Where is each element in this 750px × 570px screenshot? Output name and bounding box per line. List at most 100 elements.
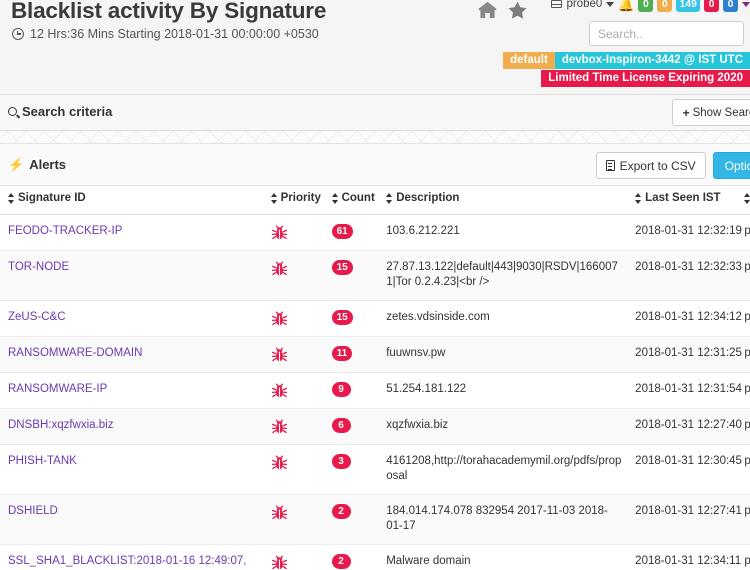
signature-id-link[interactable]: FEODO-TRACKER-IP: [8, 225, 122, 237]
sort-icon: [635, 192, 642, 204]
signature-id-link[interactable]: RANSOMWARE-DOMAIN: [8, 347, 142, 359]
chevron-down-icon[interactable]: [742, 1, 750, 7]
status-badge[interactable]: 149: [676, 0, 700, 12]
alerts-section-title: ⚡ Alerts: [8, 157, 66, 172]
cell-signature-id: SSL_SHA1_BLACKLIST:2018-01-16 12:49:07, …: [0, 544, 263, 570]
page-subtitle: 12 Hrs:36 Mins Starting 2018-01-31 00:00…: [12, 27, 319, 41]
cell-count: 9: [323, 372, 379, 409]
cell-description: 51.254.181.122: [378, 372, 628, 409]
probe-selector[interactable]: probe0: [551, 0, 615, 10]
table-header-row: Signature ID Priority Count Description …: [0, 186, 750, 215]
search-criteria-bar: Search criteria + Show Search: [0, 95, 750, 131]
column-label: Last Seen IST: [645, 192, 721, 204]
options-button[interactable]: Options: [712, 152, 750, 179]
column-label: Count: [341, 192, 375, 204]
column-header-probe[interactable]: Probe: [736, 186, 750, 215]
cell-signature-id: DNSBH:xqzfwxia.biz: [0, 408, 263, 445]
table-body: FEODO-TRACKER-IP 61 103.6.212.221 2018-01-3…: [0, 214, 750, 570]
column-header-count[interactable]: Count: [323, 186, 379, 215]
cell-priority: [262, 408, 324, 445]
cell-last-seen: 2018-01-31 12:32:33: [627, 250, 742, 301]
bug-icon: [271, 454, 320, 471]
cell-count: 2: [323, 544, 379, 570]
count-badge: 2: [331, 504, 351, 520]
bug-icon: [271, 310, 320, 327]
options-label: Options: [724, 158, 750, 173]
table-row: PHISH-TANK 3 4161208,http://torahacademymi…: [0, 444, 750, 495]
signature-id-link[interactable]: PHISH-TANK: [8, 455, 77, 467]
cell-description: 184.014.174.078 832954 2017-11-03 2018-0…: [378, 494, 628, 545]
signature-id-link[interactable]: RANSOMWARE-IP: [8, 383, 107, 395]
table-row: SSL_SHA1_BLACKLIST:2018-01-16 12:49:07, …: [0, 544, 750, 570]
cell-signature-id: PHISH-TANK: [0, 444, 263, 495]
cell-count: 15: [323, 250, 379, 301]
cell-count: 11: [323, 336, 379, 373]
clock-icon: [12, 28, 24, 40]
page-title: Blacklist activity By Signature: [11, 0, 327, 23]
status-badge[interactable]: 0: [704, 0, 719, 12]
cell-signature-id: RANSOMWARE-IP: [0, 372, 263, 409]
table-row: DSHIELD 2 184.014.174.078 832954 2017-11-0…: [0, 494, 750, 545]
section-divider: [0, 131, 750, 144]
cell-priority: [262, 544, 324, 570]
count-badge: 61: [331, 224, 353, 239]
server-icon: [551, 0, 563, 8]
bug-icon: [271, 382, 320, 399]
cell-last-seen: 2018-01-31 12:31:54: [627, 372, 742, 409]
cell-priority: [262, 214, 324, 251]
show-search-button[interactable]: + Show Search: [671, 99, 750, 126]
env-host-tag: devbox-Inspiron-3442 @ IST UTC: [554, 52, 750, 69]
column-header-description[interactable]: Description: [378, 186, 628, 215]
alerts-title-text: Alerts: [29, 157, 67, 172]
sort-icon: [386, 192, 393, 204]
cell-last-seen: 2018-01-31 12:30:45: [627, 444, 742, 495]
search-icon: [6, 105, 19, 118]
count-badge: 15: [331, 260, 353, 275]
bug-icon: [271, 224, 320, 241]
status-badge[interactable]: 0: [657, 0, 673, 12]
table-row: TOR-NODE 15 27.87.13.122|default|443|9030|…: [0, 250, 750, 301]
cell-probe: probe0: [736, 494, 750, 545]
file-csv-icon: [605, 160, 615, 171]
signature-id-link[interactable]: SSL_SHA1_BLACKLIST:2018-01-16 12:49:07, …: [8, 555, 257, 570]
plus-icon: +: [682, 105, 690, 120]
bell-icon[interactable]: 🔔: [618, 0, 634, 11]
count-badge: 3: [331, 454, 351, 470]
cell-priority: [262, 444, 324, 495]
cell-last-seen: 2018-01-31 12:32:19: [627, 214, 742, 251]
status-badge[interactable]: 0: [723, 0, 738, 12]
cell-last-seen: 2018-01-31 12:31:25: [627, 336, 742, 373]
star-icon[interactable]: [508, 1, 527, 19]
search-input[interactable]: [589, 21, 744, 46]
signature-id-link[interactable]: DNSBH:xqzfwxia.biz: [8, 419, 113, 431]
export-to-csv-button[interactable]: Export to CSV: [595, 152, 706, 179]
chevron-down-icon: [606, 1, 615, 7]
alerts-toolbar: ⚡ Alerts Export to CSV Options: [0, 144, 750, 186]
bug-icon: [271, 260, 320, 277]
bolt-icon: ⚡: [8, 157, 25, 172]
cell-description: fuuwnsv.pw: [378, 336, 628, 373]
bug-icon: [271, 418, 320, 435]
cell-count: 15: [323, 300, 379, 337]
time-range-text: 12 Hrs:36 Mins Starting 2018-01-31 00:00…: [30, 27, 319, 41]
table-row: FEODO-TRACKER-IP 61 103.6.212.221 2018-01-3…: [0, 214, 750, 251]
cell-priority: [262, 336, 324, 373]
column-header-priority[interactable]: Priority: [262, 186, 324, 215]
sort-icon: [270, 192, 278, 204]
table-row: ZeUS-C&C 15 zetes.vdsinside.com 2018-01-31 …: [0, 300, 750, 337]
cell-count: 6: [323, 408, 379, 445]
column-header-last-seen[interactable]: Last Seen IST: [627, 186, 737, 215]
cell-description: xqzfwxia.biz: [378, 408, 628, 445]
status-badge[interactable]: 0: [638, 0, 654, 12]
sort-icon: [331, 192, 339, 204]
column-label: Priority: [280, 192, 321, 204]
export-to-csv-label: Export to CSV: [619, 158, 696, 173]
home-icon[interactable]: [478, 1, 497, 19]
signature-id-link[interactable]: TOR-NODE: [8, 261, 69, 273]
signature-id-link[interactable]: ZeUS-C&C: [8, 311, 66, 323]
count-badge: 6: [331, 418, 351, 434]
header-icon-group: [478, 1, 527, 19]
count-badge: 11: [331, 346, 353, 362]
column-header-signature-id[interactable]: Signature ID: [0, 186, 263, 215]
signature-id-link[interactable]: DSHIELD: [8, 505, 58, 517]
